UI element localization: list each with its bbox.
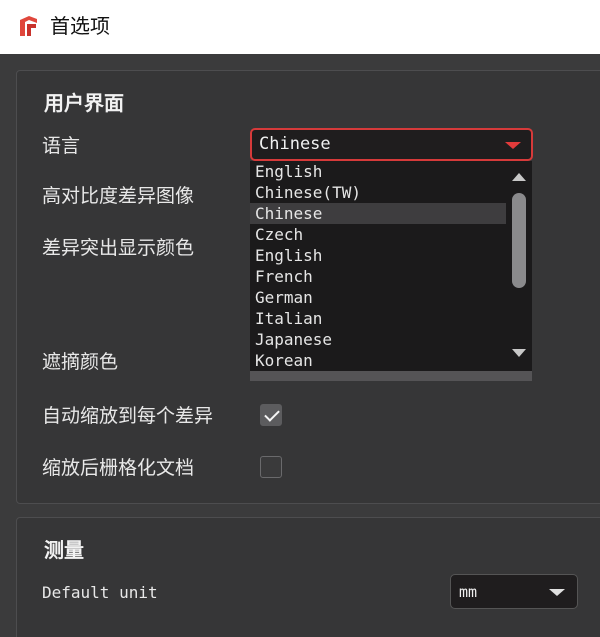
language-option-italian[interactable]: Italian: [250, 308, 506, 329]
language-options-list: English Chinese(TW) Chinese Czech Englis…: [250, 161, 506, 371]
language-option-english[interactable]: English: [250, 161, 506, 182]
language-select-value: Chinese: [259, 134, 331, 154]
language-label: 语言: [42, 135, 81, 157]
language-option-german[interactable]: German: [250, 287, 506, 308]
ui-group-title: 用户界面: [44, 91, 124, 115]
default-unit-value: mm: [459, 583, 478, 601]
scroll-down-icon[interactable]: [512, 349, 526, 357]
language-select[interactable]: Chinese: [250, 128, 533, 161]
language-dropdown: English Chinese(TW) Chinese Czech Englis…: [250, 161, 532, 381]
auto-zoom-label: 自动缩放到每个差异: [42, 405, 214, 427]
language-option-japanese[interactable]: Japanese: [250, 329, 506, 350]
language-option-korean[interactable]: Korean: [250, 350, 506, 371]
dropdown-scrollbar[interactable]: [506, 161, 532, 371]
auto-zoom-checkbox[interactable]: [260, 404, 282, 426]
rasterize-label: 缩放后栅格化文档: [42, 457, 195, 479]
dropdown-bottom-edge: [250, 371, 532, 381]
scroll-up-icon[interactable]: [512, 173, 526, 181]
app-logo-icon: [20, 16, 37, 36]
title-bar: 首选项: [0, 0, 600, 54]
language-option-chinese-tw[interactable]: Chinese(TW): [250, 182, 506, 203]
mask-color-label: 遮摘颜色: [42, 351, 119, 373]
language-option-english-2[interactable]: English: [250, 245, 506, 266]
language-option-chinese[interactable]: Chinese: [250, 203, 506, 224]
measure-group-title: 测量: [44, 538, 84, 562]
highlight-color-label: 差异突出显示颜色: [42, 237, 195, 259]
chevron-down-icon: [549, 589, 565, 596]
high-contrast-label: 高对比度差异图像: [42, 185, 195, 207]
language-option-french[interactable]: French: [250, 266, 506, 287]
scrollbar-thumb[interactable]: [512, 193, 526, 288]
rasterize-checkbox[interactable]: [260, 456, 282, 478]
chevron-down-icon: [505, 142, 521, 149]
default-unit-label: Default unit: [42, 583, 158, 602]
default-unit-select[interactable]: mm: [450, 574, 578, 609]
language-option-czech[interactable]: Czech: [250, 224, 506, 245]
window-title: 首选项: [50, 14, 110, 38]
